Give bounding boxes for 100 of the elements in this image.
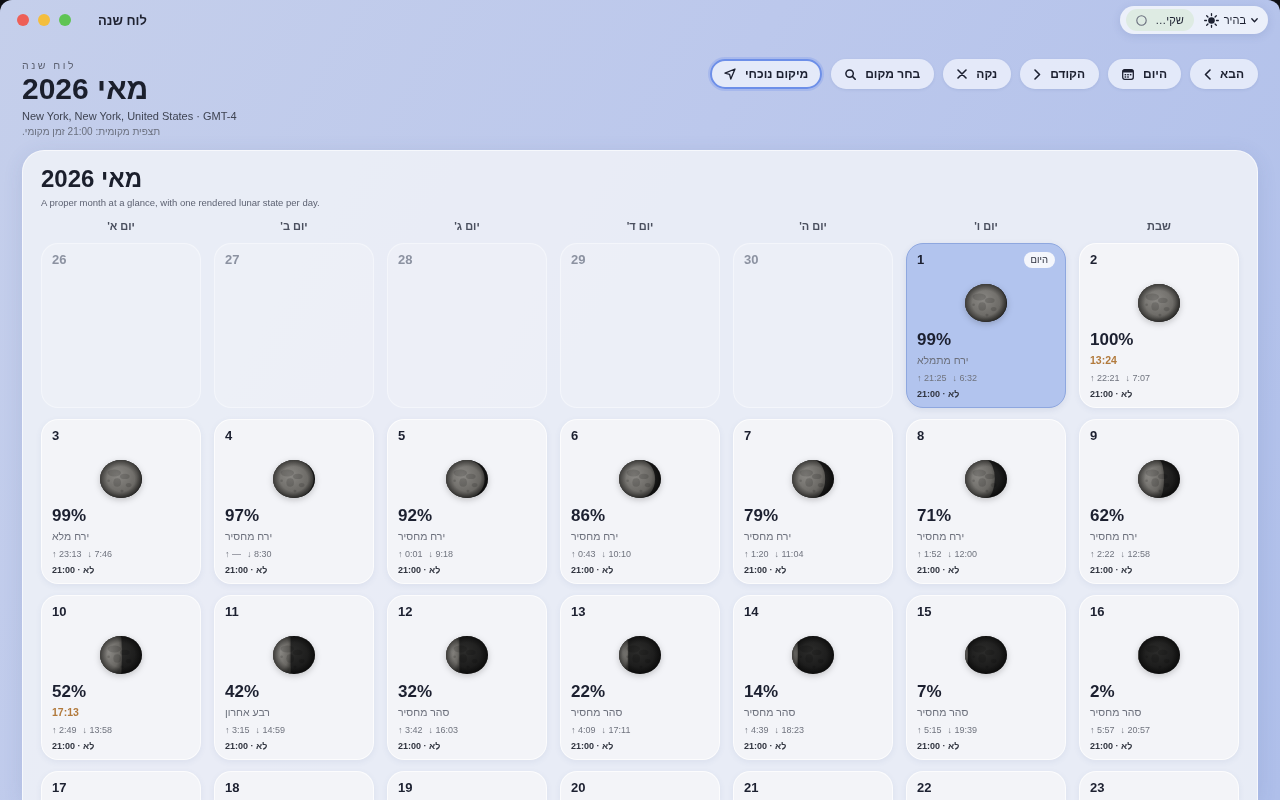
moonset-time: ↓ 12:00 (947, 548, 978, 560)
moon-icon (100, 460, 142, 498)
moonset-time: ↓ 19:39 (947, 724, 978, 736)
phase-label: סהר מחסיר (1090, 705, 1142, 719)
section-label: לוח שנה (22, 58, 77, 72)
choose-place-button[interactable]: בחר מקום (831, 59, 935, 89)
illumination-percent: 99% (917, 330, 952, 350)
transparency-button[interactable]: שקי… (1126, 9, 1194, 31)
day-card[interactable]: 23 (1079, 771, 1239, 800)
illumination-percent: 2% (1090, 682, 1115, 702)
day-number: 17 (52, 780, 67, 796)
day-number: 22 (917, 780, 932, 796)
illumination-percent: 97% (225, 506, 260, 526)
day-number: 18 (225, 780, 240, 796)
moonset-time: ↓ 7:07 (1125, 372, 1151, 384)
illumination-percent: 42% (225, 682, 260, 702)
observation-note: תצפית מקומית: 21:00 זמן מקומי. (22, 125, 161, 138)
calendar-title: מאי 2026 (41, 165, 143, 193)
day-number: 8 (917, 428, 925, 444)
day-number: 7 (744, 428, 752, 444)
phase-label: ירח מחסיר (398, 529, 446, 543)
sun-icon (1203, 12, 1219, 28)
weekday-label: יום ב' (280, 219, 308, 233)
day-card[interactable]: 17 (41, 771, 201, 800)
day-number: 30 (744, 252, 759, 268)
day-card[interactable]: 18 (214, 771, 374, 800)
moon-icon (1138, 284, 1180, 322)
illumination-percent: 100% (1090, 330, 1134, 350)
moonset-time: ↓ 18:23 (774, 724, 805, 736)
location-arrow-icon (724, 68, 736, 80)
illumination-percent: 86% (571, 506, 606, 526)
moon-icon (100, 636, 142, 674)
moon-icon (792, 636, 834, 674)
event-time: 13:24 (1090, 353, 1117, 367)
today-button[interactable]: היום (1108, 59, 1181, 89)
moonrise-time: ↑ 3:42 (398, 724, 423, 736)
viewing-status: לא · 21:00 (225, 564, 268, 576)
close-icon[interactable] (17, 14, 29, 26)
day-number: 21 (744, 780, 759, 796)
search-icon (845, 68, 857, 80)
illumination-percent: 99% (52, 506, 87, 526)
appearance-button[interactable]: בהיר (1201, 9, 1260, 31)
viewing-status: לא · 21:00 (917, 564, 960, 576)
viewing-status: לא · 21:00 (744, 740, 787, 752)
day-number: 27 (225, 252, 240, 268)
zoom-icon[interactable] (59, 14, 71, 26)
day-number: 6 (571, 428, 579, 444)
viewing-status: לא · 21:00 (1090, 740, 1133, 752)
clear-button[interactable]: נקה (943, 59, 1012, 89)
day-number: 15 (917, 604, 932, 620)
day-number: 28 (398, 252, 413, 268)
minimize-icon[interactable] (38, 14, 50, 26)
moonset-time: ↓ 6:32 (952, 372, 978, 384)
next-button[interactable]: הבא (1190, 59, 1258, 89)
viewing-status: לא · 21:00 (917, 740, 960, 752)
moonrise-time: ↑ 4:09 (571, 724, 596, 736)
weekday-label: יום ד' (626, 219, 654, 233)
day-number: 20 (571, 780, 586, 796)
illumination-percent: 22% (571, 682, 606, 702)
moon-icon (965, 460, 1007, 498)
moonrise-time: ↑ 4:39 (744, 724, 769, 736)
phase-label: ירח מחסיר (917, 529, 965, 543)
phase-label: ירח מחסיר (744, 529, 792, 543)
day-number: 26 (52, 252, 67, 268)
day-number: 11 (225, 604, 239, 620)
moonset-time: ↓ 10:10 (601, 548, 632, 560)
day-number: 4 (225, 428, 233, 444)
moonset-time: ↓ 16:03 (428, 724, 459, 736)
moonrise-time: ↑ 5:57 (1090, 724, 1115, 736)
day-number: 1 (917, 252, 925, 268)
day-number: 3 (52, 428, 60, 444)
day-card[interactable]: 21 (733, 771, 893, 800)
moon-icon (273, 636, 315, 674)
moonrise-time: ↑ 1:52 (917, 548, 942, 560)
window-title: לוח שנה (98, 12, 147, 28)
phase-label: ירח מלא (52, 529, 90, 543)
day-number: 14 (744, 604, 759, 620)
calendar-icon (1122, 68, 1134, 80)
current-location-button[interactable]: מיקום נוכחי (710, 59, 823, 89)
day-card[interactable]: 20 (560, 771, 720, 800)
day-number: 23 (1090, 780, 1105, 796)
illumination-percent: 7% (917, 682, 942, 702)
previous-button[interactable]: הקודם (1020, 59, 1099, 89)
day-number: 10 (52, 604, 67, 620)
phase-label: סהר מחסיר (398, 705, 450, 719)
today-badge: היום (1023, 252, 1055, 268)
moonrise-time: ↑ 2:49 (52, 724, 77, 736)
moonset-time: ↓ 17:11 (601, 724, 631, 736)
viewing-status: לא · 21:00 (52, 740, 95, 752)
moonrise-time: ↑ 2:22 (1090, 548, 1115, 560)
chevron-left-icon (1204, 68, 1211, 80)
moon-icon (446, 636, 488, 674)
moon-icon (965, 284, 1007, 322)
moonrise-time: ↑ 0:01 (398, 548, 423, 560)
day-card[interactable]: 22 (906, 771, 1066, 800)
day-card[interactable]: 19 (387, 771, 547, 800)
illumination-percent: 62% (1090, 506, 1125, 526)
illumination-percent: 79% (744, 506, 779, 526)
viewing-status: לא · 21:00 (744, 564, 787, 576)
day-number: 13 (571, 604, 586, 620)
